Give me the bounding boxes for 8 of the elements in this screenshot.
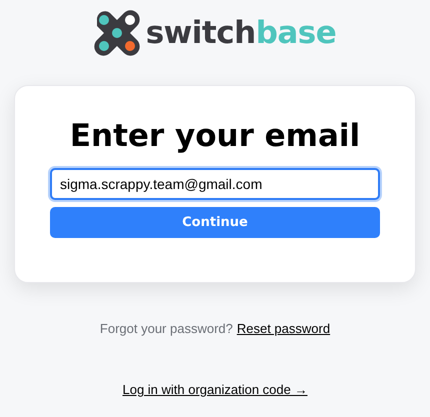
reset-password-link[interactable]: Reset password bbox=[236, 321, 330, 336]
continue-button[interactable]: Continue bbox=[50, 207, 380, 238]
logo-icon bbox=[94, 10, 140, 56]
card-title: Enter your email bbox=[70, 118, 360, 156]
logo-text: switchbase bbox=[146, 15, 336, 51]
email-field[interactable]: sigma.scrappy.team@gmail.com bbox=[50, 168, 380, 200]
organization-code-link[interactable]: Log in with organization code → bbox=[122, 382, 308, 397]
forgot-text: Forgot your password? bbox=[100, 321, 233, 336]
